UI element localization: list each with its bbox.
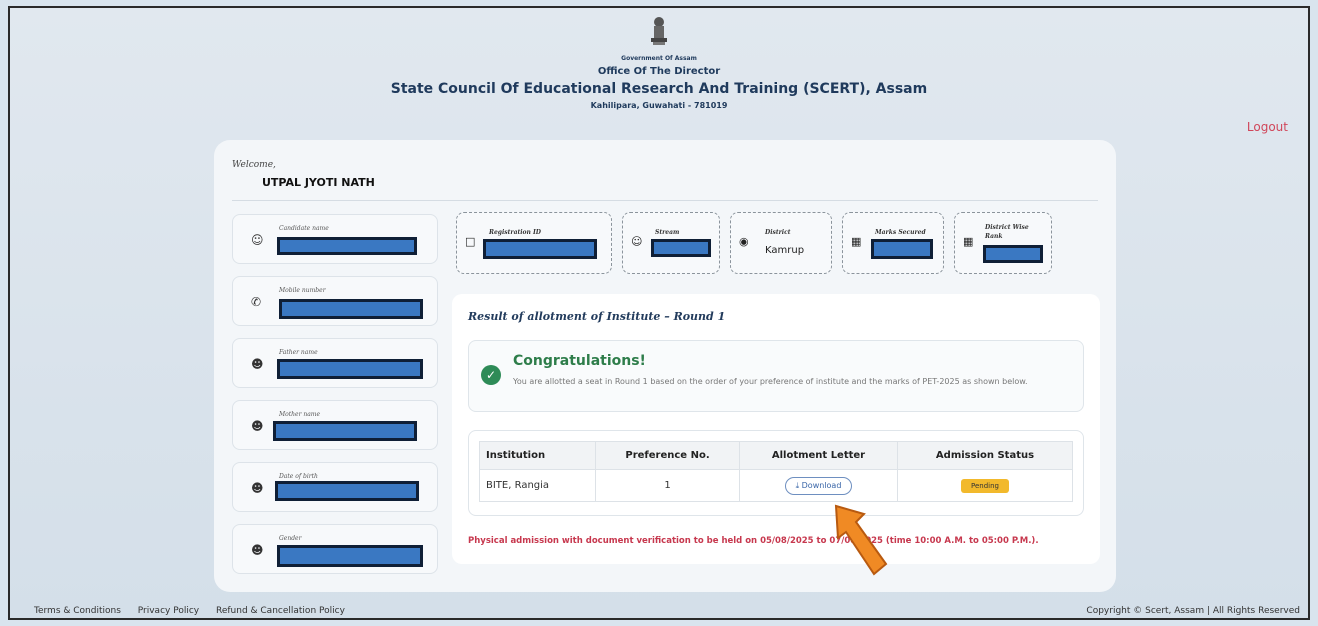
id-card-icon: ☻ (251, 357, 264, 371)
logout-link[interactable]: Logout (1247, 120, 1288, 134)
stat-label: Registration ID (489, 229, 541, 236)
id-card-icon: ☻ (251, 481, 264, 495)
id-card-icon: ☻ (251, 543, 264, 557)
redacted-value (277, 237, 417, 255)
address: Kahilipara, Guwahati - 781019 (590, 101, 728, 110)
refund-link[interactable]: Refund & Cancellation Policy (216, 606, 345, 616)
field-label: Mother name (279, 411, 321, 418)
divider (232, 200, 1098, 201)
redacted-value (277, 545, 423, 567)
column-header: Institution (479, 441, 596, 470)
redacted-value (279, 299, 423, 319)
check-circle-icon: ✓ (481, 365, 501, 385)
result-title: Result of allotment of Institute – Round… (468, 310, 726, 323)
government-label: Government Of Assam (621, 55, 697, 62)
privacy-link[interactable]: Privacy Policy (138, 606, 199, 616)
allotment-table-container: Institution Preference No. Allotment Let… (468, 430, 1084, 516)
redacted-value (871, 239, 933, 259)
main-card: Welcome, UTPAL JYOTI NATH ☺ Candidate na… (214, 140, 1116, 592)
footer-links: Terms & Conditions Privacy Policy Refund… (34, 606, 359, 616)
redacted-value (483, 239, 597, 259)
stat-marks-secured: ▦ Marks Secured (842, 212, 944, 274)
district-value: Kamrup (765, 245, 805, 256)
redacted-value (983, 245, 1043, 263)
id-card-icon: ☻ (251, 419, 264, 433)
stat-district-wise-rank: ▦ District Wise Rank (954, 212, 1052, 274)
stat-label: Marks Secured (875, 229, 926, 236)
pointer-arrow-icon (834, 504, 888, 576)
header: Government Of Assam Office Of The Direct… (10, 14, 1308, 110)
admission-notice: Physical admission with document verific… (468, 536, 1039, 546)
congratulations-title: Congratulations! (513, 353, 646, 369)
stat-registration-id: □ Registration ID (456, 212, 612, 274)
document-icon: □ (465, 235, 476, 248)
user-name: UTPAL JYOTI NATH (262, 176, 375, 189)
admission-status-cell: Pending (897, 469, 1073, 502)
status-badge: Pending (961, 478, 1009, 493)
column-header: Admission Status (897, 441, 1073, 470)
allotment-table: Institution Preference No. Allotment Let… (479, 441, 1073, 502)
field-label: Father name (279, 349, 318, 356)
field-label: Date of birth (279, 473, 318, 480)
calculator-icon: ▦ (963, 235, 974, 248)
stat-label: District (765, 229, 791, 236)
field-label: Candidate name (279, 225, 329, 232)
terms-link[interactable]: Terms & Conditions (34, 606, 121, 616)
stat-district: ◉ District Kamrup (730, 212, 832, 274)
welcome-label: Welcome, (232, 160, 276, 170)
profile-field-mobile-number: ✆ Mobile number (232, 276, 438, 326)
redacted-value (273, 421, 417, 441)
column-header: Allotment Letter (739, 441, 898, 470)
stat-label: District Wise Rank (985, 224, 1029, 240)
user-icon: ☺ (631, 235, 643, 248)
state-emblem-icon (651, 17, 667, 45)
council-title: State Council Of Educational Research An… (390, 81, 928, 97)
calculator-icon: ▦ (851, 235, 862, 248)
download-button[interactable]: ⤓ Download (784, 476, 853, 495)
location-pin-icon: ◉ (739, 235, 749, 248)
congratulations-box: ✓ Congratulations! You are allotted a se… (468, 340, 1084, 412)
column-header: Preference No. (595, 441, 740, 470)
profile-field-candidate-name: ☺ Candidate name (232, 214, 438, 264)
field-label: Gender (279, 535, 302, 542)
profile-field-father-name: ☻ Father name (232, 338, 438, 388)
page-frame: Government Of Assam Office Of The Direct… (8, 6, 1310, 620)
phone-icon: ✆ (251, 295, 262, 309)
preference-cell: 1 (595, 469, 740, 502)
congratulations-message: You are allotted a seat in Round 1 based… (513, 377, 1028, 386)
field-label: Mobile number (279, 287, 326, 294)
profile-field-gender: ☻ Gender (232, 524, 438, 574)
institution-cell: BITE, Rangia (479, 469, 596, 502)
result-panel: Result of allotment of Institute – Round… (452, 294, 1100, 564)
redacted-value (651, 239, 711, 257)
user-icon: ☺ (251, 233, 264, 247)
office-title: Office Of The Director (597, 66, 721, 77)
stat-stream: ☺ Stream (622, 212, 720, 274)
redacted-value (277, 359, 423, 379)
stat-label: Stream (655, 229, 680, 236)
copyright: Copyright © Scert, Assam | All Rights Re… (1086, 606, 1300, 616)
profile-field-date-of-birth: ☻ Date of birth (232, 462, 438, 512)
table-header-row: Institution Preference No. Allotment Let… (479, 441, 1073, 470)
profile-field-mother-name: ☻ Mother name (232, 400, 438, 450)
table-row: BITE, Rangia 1 ⤓ Download Pending (479, 469, 1073, 502)
redacted-value (275, 481, 419, 501)
allotment-letter-cell: ⤓ Download (739, 469, 898, 502)
